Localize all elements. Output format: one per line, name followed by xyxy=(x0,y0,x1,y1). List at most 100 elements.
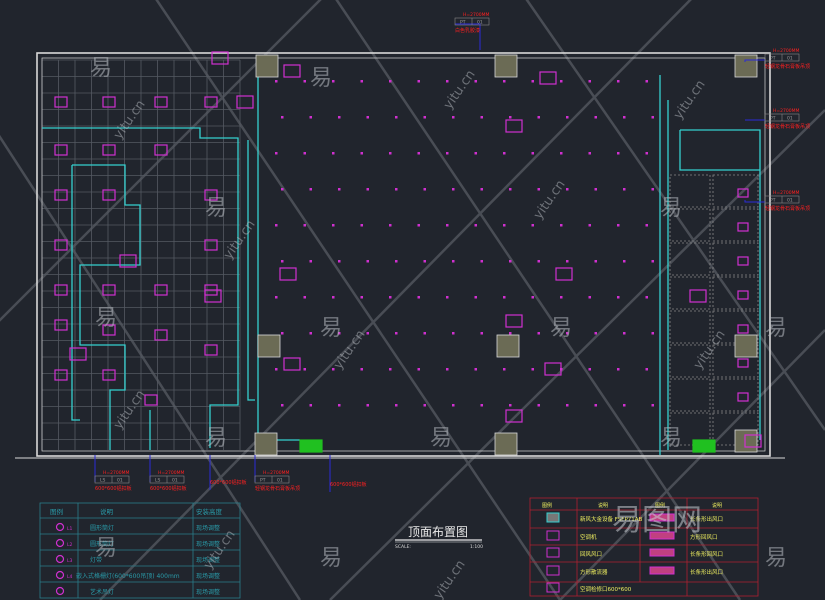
callout-code: PT xyxy=(770,56,776,62)
downlight xyxy=(275,80,278,83)
callout-code: 01 xyxy=(477,20,483,26)
downlight xyxy=(560,80,563,83)
legend-desc: 回风风口 xyxy=(580,551,602,558)
callout-code: 01 xyxy=(172,478,178,484)
ac-unit xyxy=(236,95,254,109)
downlight xyxy=(503,368,506,371)
downlight xyxy=(594,260,597,263)
column xyxy=(734,429,758,453)
downlight xyxy=(588,224,591,227)
downlight xyxy=(423,332,426,335)
downlight xyxy=(588,296,591,299)
legend-desc: 嵌入式格栅灯(600*600吊顶) 400mm xyxy=(76,572,180,580)
vent xyxy=(737,324,749,334)
callout-height: H=2700MM xyxy=(158,470,184,476)
grille-light xyxy=(102,189,116,201)
downlight xyxy=(645,80,648,83)
downlight xyxy=(452,332,455,335)
downlight xyxy=(503,224,506,227)
downlight xyxy=(617,80,620,83)
downlight xyxy=(480,188,483,191)
callout-code: PT xyxy=(460,20,466,26)
downlight xyxy=(617,224,620,227)
downlight xyxy=(338,404,341,407)
downlight xyxy=(417,296,420,299)
legend-desc: 空调机 xyxy=(580,533,597,541)
watermark-domain: yitu.cn xyxy=(111,388,149,433)
callout-note: 600*600铝扣板 xyxy=(95,485,132,492)
downlight xyxy=(480,404,483,407)
downlight xyxy=(645,152,648,155)
downlight xyxy=(309,188,312,191)
vent xyxy=(737,222,749,232)
downlight xyxy=(566,260,569,263)
downlight xyxy=(474,152,477,155)
art-pendant-icon xyxy=(55,586,65,596)
downlight xyxy=(389,80,392,83)
downlight xyxy=(332,224,335,227)
downlight xyxy=(537,260,540,263)
ac-unit xyxy=(283,64,301,78)
watermark-glyph: 易 xyxy=(320,316,342,341)
downlight xyxy=(417,80,420,83)
watermark-glyph: 易 xyxy=(310,66,332,91)
callout-code: LS xyxy=(155,478,161,484)
grille-light xyxy=(54,369,68,381)
callout-code: PT xyxy=(260,478,266,484)
grille-light xyxy=(102,96,116,108)
watermark-glyph: 易 xyxy=(90,56,112,81)
ac-unit xyxy=(539,71,557,85)
vent xyxy=(737,290,749,300)
downlight xyxy=(281,260,284,263)
callout-note: 600*600铝扣板 xyxy=(150,485,187,492)
callout-note: 轻钢龙骨石膏板吊顶 xyxy=(765,63,810,70)
downlight xyxy=(332,80,335,83)
downlight xyxy=(474,224,477,227)
downlight xyxy=(366,332,369,335)
round-downlight-icon xyxy=(55,522,65,532)
downlight xyxy=(395,332,398,335)
downlight xyxy=(594,332,597,335)
room-outline xyxy=(669,378,711,412)
downlight xyxy=(594,188,597,191)
watermark-glyph: 易 xyxy=(660,426,682,451)
grille-light xyxy=(54,319,68,331)
downlight xyxy=(360,152,363,155)
watermark-glyph: 易 xyxy=(95,306,117,331)
column xyxy=(734,334,758,358)
downlight xyxy=(474,296,477,299)
downlight xyxy=(338,116,341,119)
downlight xyxy=(395,116,398,119)
scale-label: SCALE: xyxy=(395,544,411,550)
ceiling-fixtures xyxy=(54,51,762,453)
callout-code: 01 xyxy=(787,198,793,204)
downlight xyxy=(503,80,506,83)
column xyxy=(254,432,278,456)
ac-unit xyxy=(689,289,707,303)
downlight xyxy=(509,332,512,335)
downlight xyxy=(389,296,392,299)
downlight xyxy=(423,260,426,263)
downlight xyxy=(651,116,654,119)
downlight xyxy=(360,368,363,371)
scale-value: 1:100 xyxy=(470,544,483,550)
downlight xyxy=(281,404,284,407)
callout-code: 01 xyxy=(117,478,123,484)
room-outline xyxy=(712,276,759,310)
long-return-vent-icon xyxy=(649,548,675,557)
grille-light xyxy=(102,284,116,296)
square-diffuser-icon xyxy=(546,565,560,576)
grille-light xyxy=(54,144,68,156)
ceiling-lights xyxy=(275,80,654,407)
downlight xyxy=(446,224,449,227)
downlight xyxy=(332,368,335,371)
downlight xyxy=(480,116,483,119)
callout-height: H=2700MM xyxy=(103,470,129,476)
downlight xyxy=(281,332,284,335)
downlight xyxy=(617,296,620,299)
callout-note: 轻钢龙骨石膏板吊顶 xyxy=(765,123,810,130)
downlight xyxy=(366,188,369,191)
downlight xyxy=(303,224,306,227)
grille-light xyxy=(154,329,168,341)
downlight xyxy=(303,368,306,371)
